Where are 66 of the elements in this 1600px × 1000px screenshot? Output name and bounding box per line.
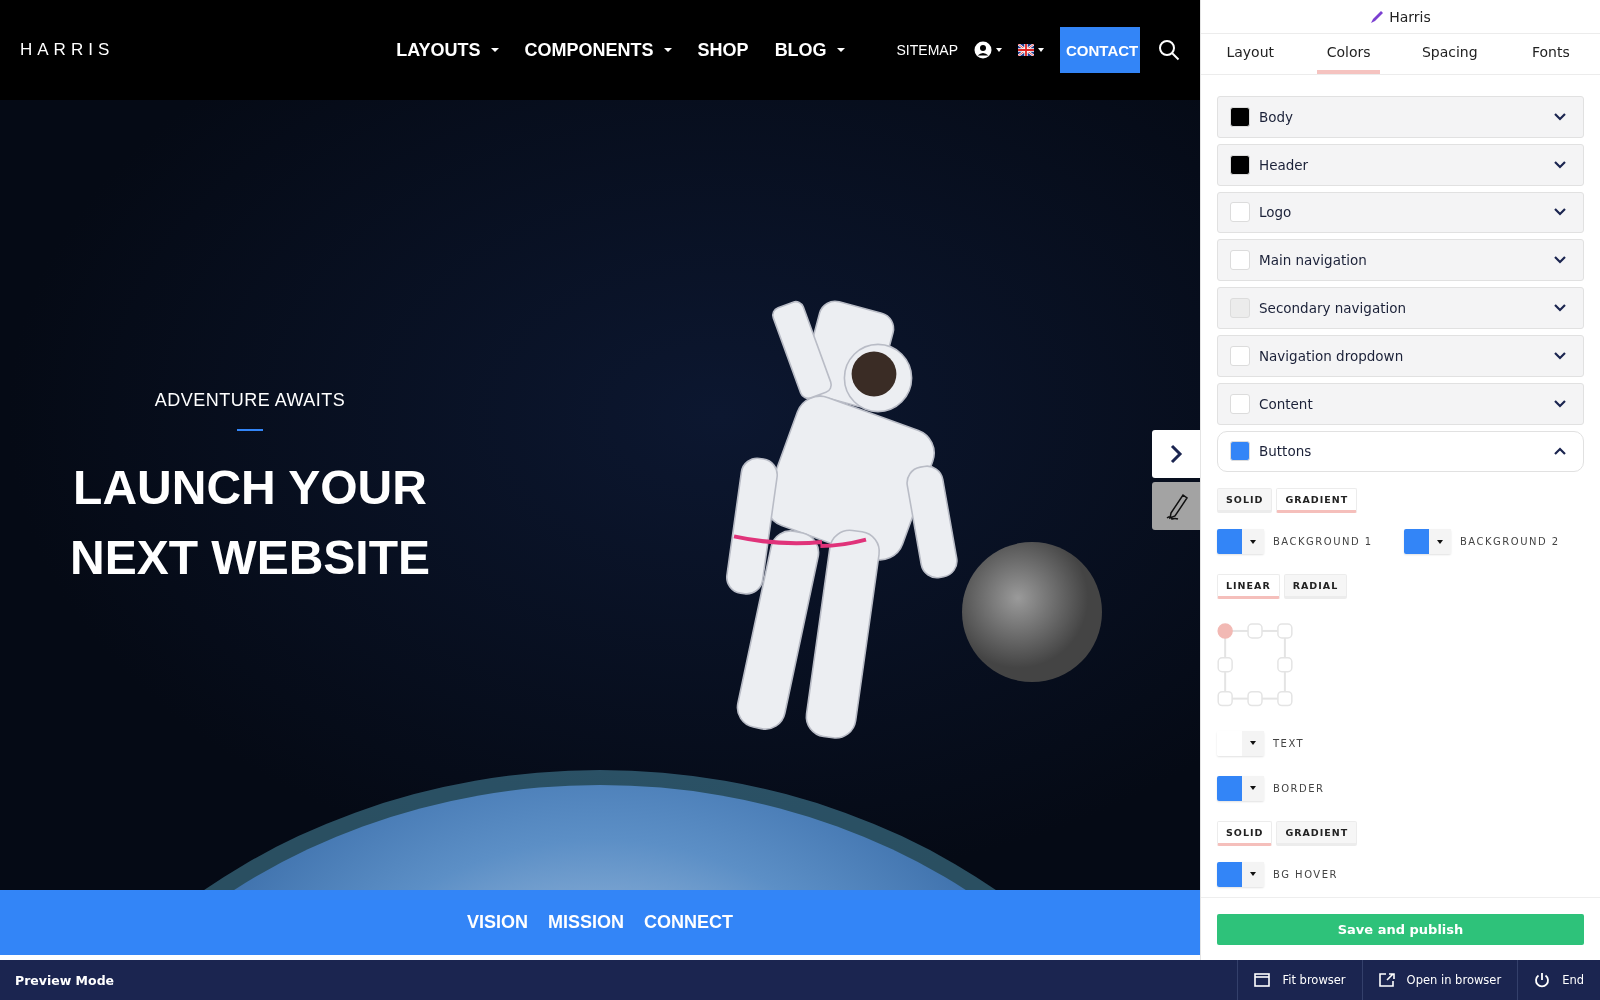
color-section-header[interactable]: Main navigation <box>1217 239 1584 282</box>
window-icon <box>1254 973 1271 987</box>
chevron-down-icon <box>1553 350 1567 361</box>
language-menu[interactable] <box>1018 44 1044 56</box>
sitemap-link[interactable]: SITEMAP <box>896 42 958 58</box>
option-button[interactable]: LINEAR <box>1217 574 1280 600</box>
option-button[interactable]: SOLID <box>1217 488 1273 514</box>
nav-link[interactable]: COMPONENTS <box>524 39 672 61</box>
color-label: BG HOVER <box>1273 868 1338 880</box>
color-section-header[interactable]: Navigation dropdown <box>1217 335 1584 377</box>
search-icon[interactable] <box>1158 39 1180 61</box>
panel-tab[interactable]: Spacing <box>1415 34 1484 74</box>
user-icon <box>974 41 992 59</box>
chevron-down-icon <box>1553 398 1567 409</box>
panel-tab[interactable]: Layout <box>1219 34 1282 74</box>
site-logo[interactable]: HARRIS <box>20 40 115 60</box>
chevron-right-icon <box>1169 444 1183 464</box>
flag-icon <box>1018 44 1034 56</box>
chevron-down-icon <box>1553 207 1567 218</box>
section-link[interactable]: MISSION <box>548 912 624 933</box>
color-section-header[interactable]: Header <box>1217 143 1584 186</box>
nav-link[interactable]: BLOG <box>774 39 845 61</box>
collapse-panel-button[interactable] <box>1152 430 1200 478</box>
chevron-up-icon <box>1553 446 1567 457</box>
chevron-down-icon <box>1553 303 1567 314</box>
hero-eyebrow: ADVENTURE AWAITS <box>154 390 346 411</box>
option-button[interactable]: GRADIENT <box>1276 488 1358 514</box>
option-button[interactable]: SOLID <box>1217 820 1273 846</box>
color-picker[interactable] <box>1217 529 1264 555</box>
contact-button[interactable]: CONTACT <box>1060 27 1140 73</box>
color-label: BACKGROUND 2 <box>1460 536 1560 548</box>
color-section-header[interactable]: Secondary navigation <box>1217 287 1584 329</box>
toolbar-button[interactable]: Open in browser <box>1361 960 1518 1000</box>
color-section-header[interactable]: Content <box>1217 382 1584 425</box>
color-section-header[interactable]: Buttons <box>1217 430 1584 473</box>
color-picker[interactable] <box>1217 775 1264 801</box>
color-section-header[interactable]: Logo <box>1217 191 1584 234</box>
color-picker[interactable] <box>1404 529 1451 555</box>
chevron-down-icon <box>1553 255 1567 266</box>
section-link[interactable]: VISION <box>467 912 528 933</box>
accent-line <box>237 429 263 431</box>
option-button[interactable]: GRADIENT <box>1276 820 1358 846</box>
account-menu[interactable] <box>974 41 1002 59</box>
chevron-down-icon <box>1553 111 1567 122</box>
edit-button[interactable] <box>1152 482 1200 530</box>
color-label: BORDER <box>1273 782 1325 794</box>
hero-title: NEXT WEBSITE <box>70 530 430 586</box>
nav-link[interactable]: SHOP <box>697 39 749 61</box>
nav-link[interactable]: LAYOUTS <box>396 39 499 61</box>
toolbar-button[interactable]: End <box>1517 960 1600 1000</box>
option-button[interactable]: RADIAL <box>1283 574 1348 600</box>
section-link[interactable]: CONNECT <box>644 912 733 933</box>
color-picker[interactable] <box>1217 861 1264 887</box>
power-icon <box>1534 972 1551 988</box>
preview-mode-label: Preview Mode <box>14 972 115 988</box>
brush-icon <box>1370 9 1385 24</box>
color-label: TEXT <box>1273 737 1305 749</box>
external-link-icon <box>1378 973 1395 987</box>
hero-title: LAUNCH YOUR <box>73 460 427 516</box>
panel-tab[interactable]: Fonts <box>1519 34 1582 74</box>
color-label: BACKGROUND 1 <box>1273 536 1373 548</box>
chevron-down-icon <box>1553 159 1567 170</box>
toolbar-button[interactable]: Fit browser <box>1237 960 1362 1000</box>
panel-title: Harris <box>1389 8 1431 25</box>
color-picker[interactable] <box>1217 730 1264 756</box>
color-section-header[interactable]: Body <box>1217 96 1584 138</box>
